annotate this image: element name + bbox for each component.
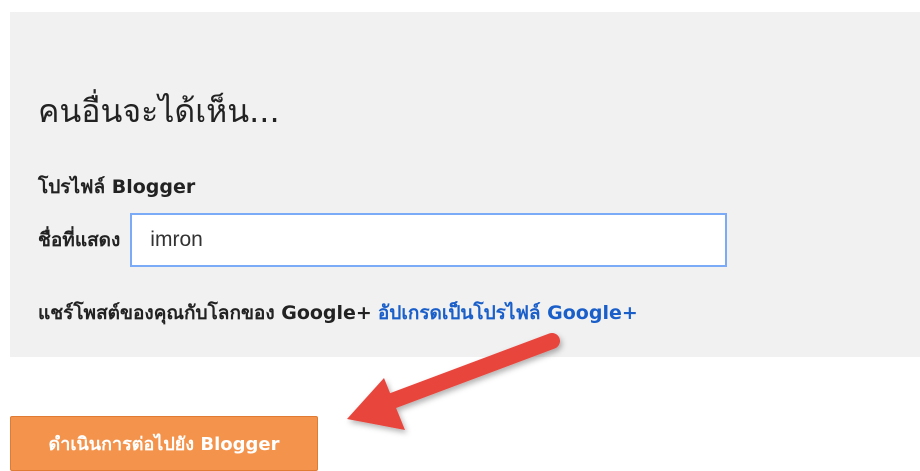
page: คนอื่นจะได้เห็น... โปรไฟล์ Blogger ชื่อท… <box>0 0 920 471</box>
display-name-row: ชื่อที่แสดง <box>38 212 728 268</box>
continue-to-blogger-button[interactable]: ดำเนินการต่อไปยัง Blogger <box>10 416 318 471</box>
page-heading: คนอื่นจะได้เห็น... <box>38 92 280 130</box>
profile-panel: คนอื่นจะได้เห็น... โปรไฟล์ Blogger ชื่อท… <box>10 12 920 357</box>
upgrade-profile-link[interactable]: อัปเกรดเป็นโปรไฟล์ Google+ <box>378 302 638 324</box>
display-name-label: ชื่อที่แสดง <box>38 229 121 251</box>
share-text: แชร์โพสต์ของคุณกับโลกของ Google+ <box>38 302 372 324</box>
display-name-input[interactable] <box>130 213 728 267</box>
section-label: โปรไฟล์ Blogger <box>38 176 196 198</box>
share-row: แชร์โพสต์ของคุณกับโลกของ Google+ อัปเกรดเ… <box>38 298 638 328</box>
